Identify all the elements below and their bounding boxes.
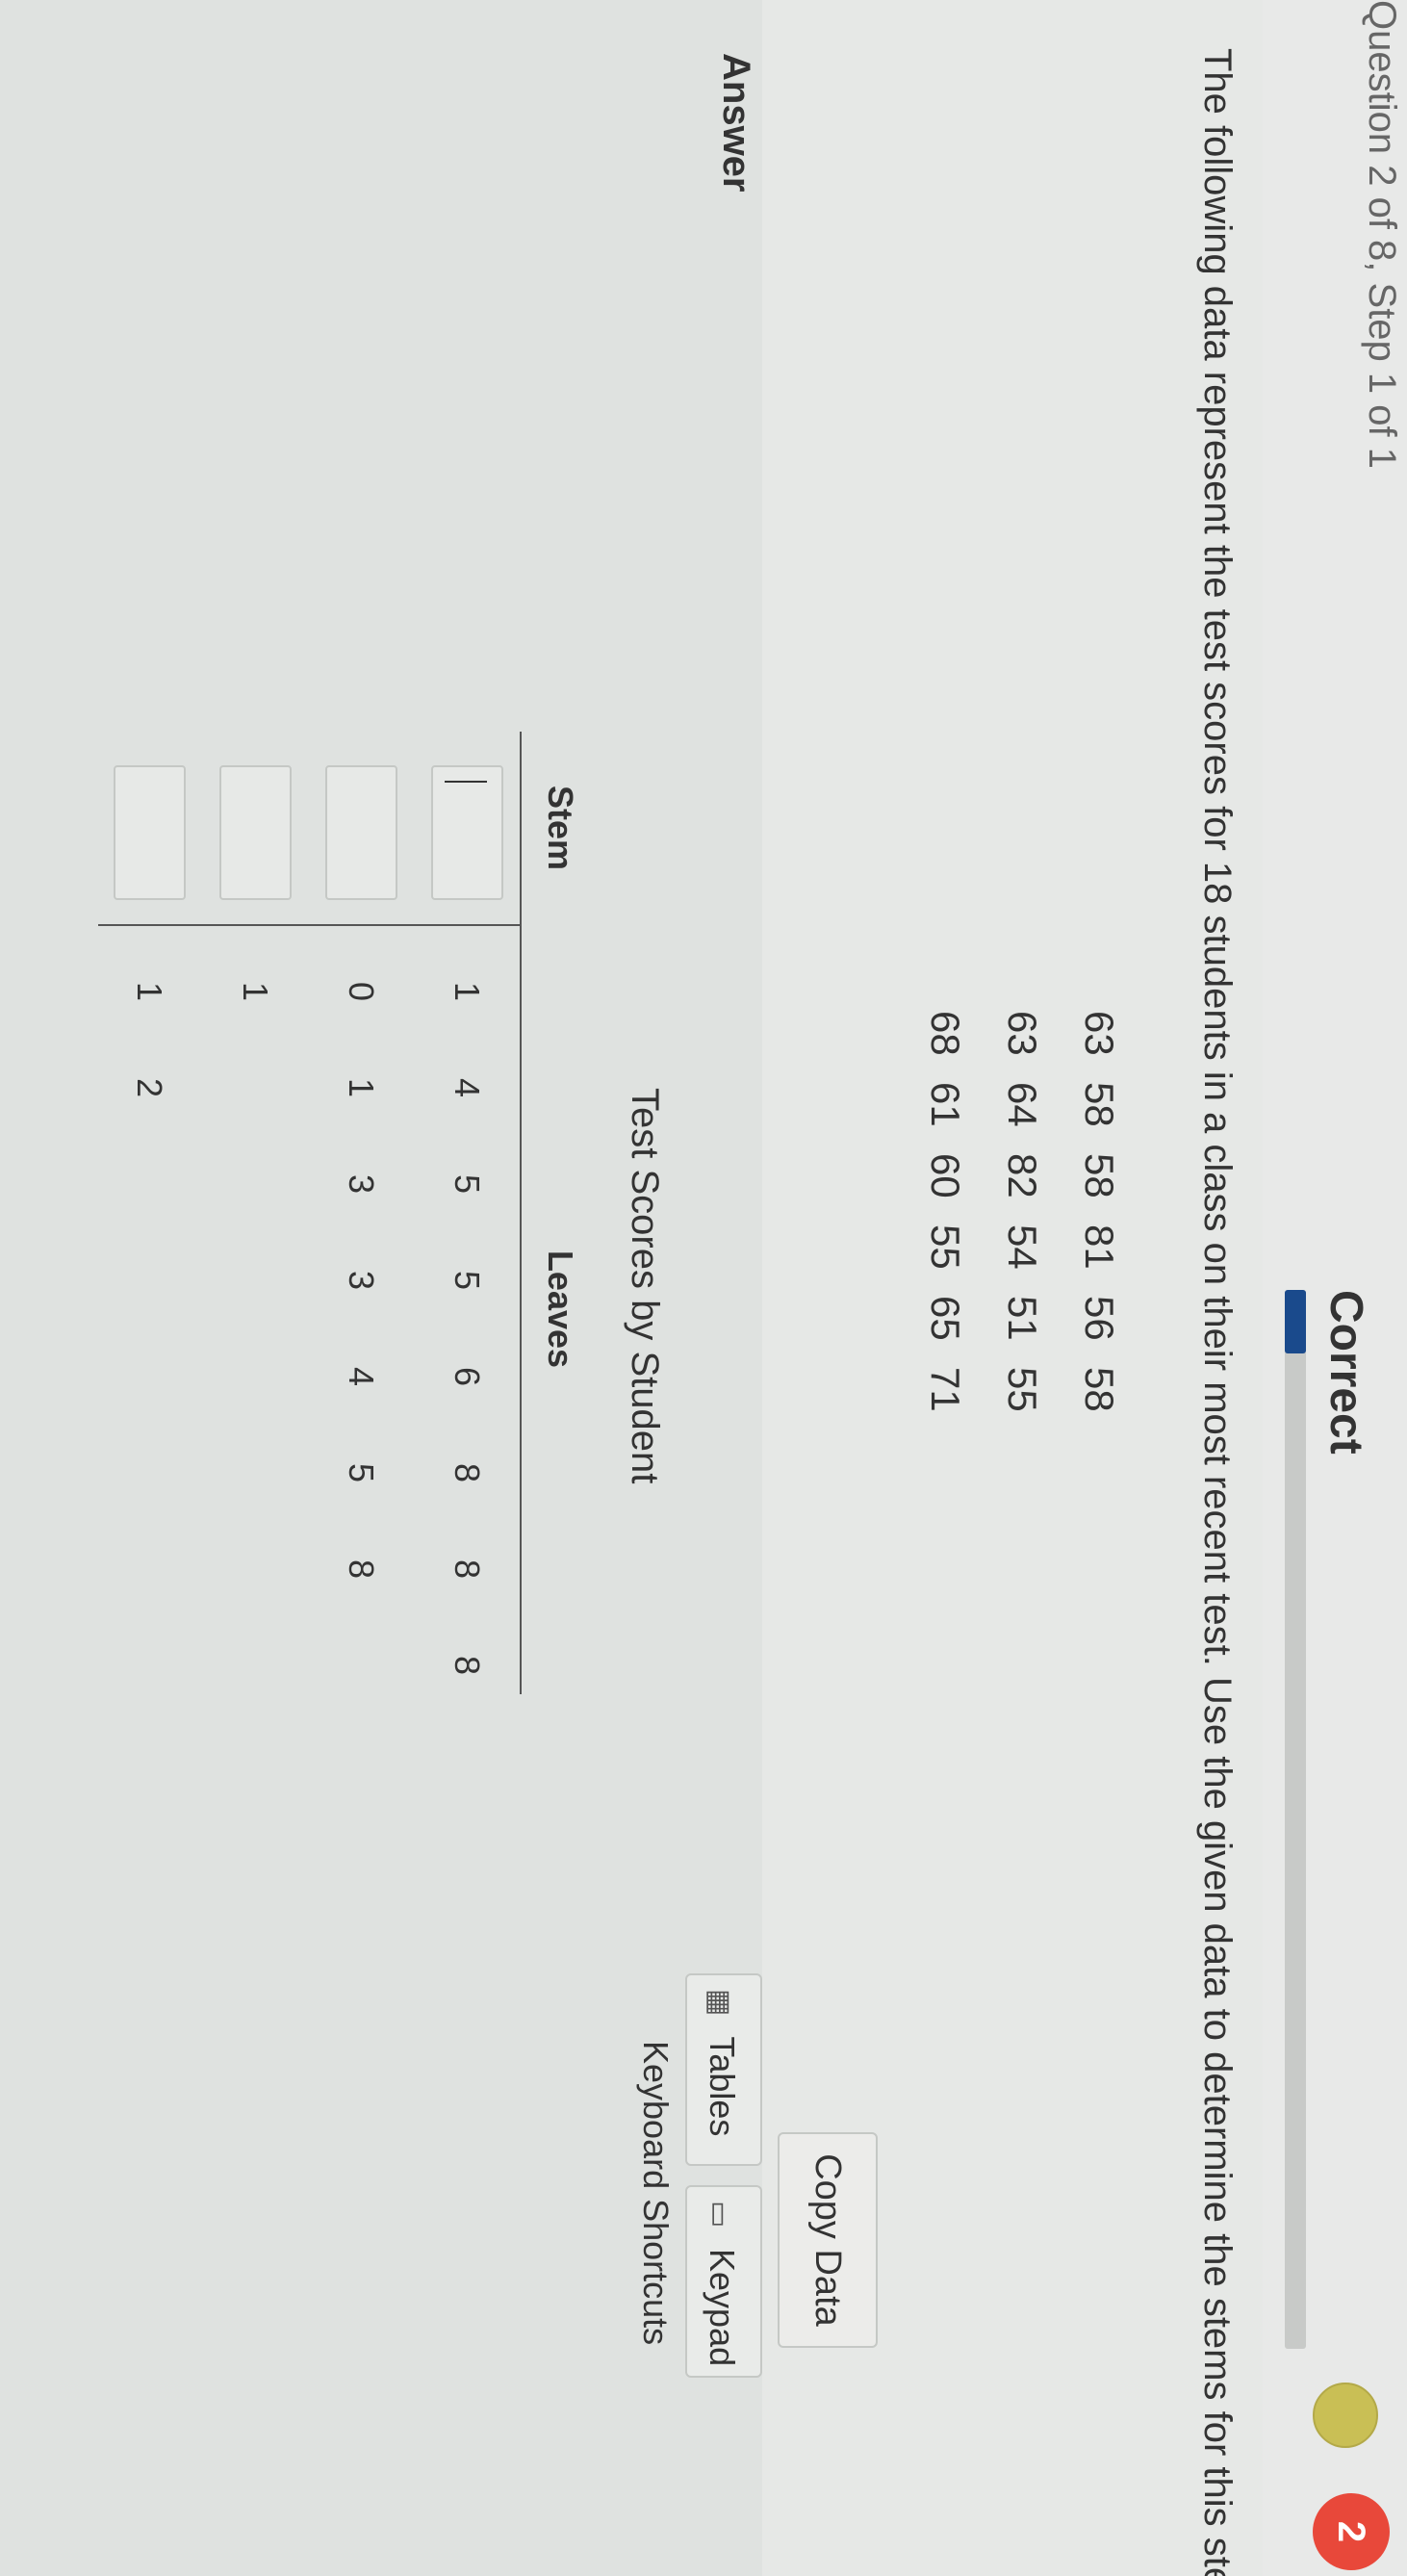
leaf-value: 6 [448, 1366, 487, 1387]
tables-button-label: Tables [703, 2036, 742, 2137]
chart-title: Test Scores by Student [624, 1088, 666, 1484]
status-group: Correct [1285, 1290, 1372, 2349]
data-value: 56 [1077, 1296, 1122, 1341]
data-value: 68 [923, 1011, 968, 1056]
keyboard-icon: ▭ [704, 2201, 735, 2228]
stem-input[interactable] [325, 765, 397, 900]
data-row: 63 64 82 54 51 55 [984, 1011, 1061, 1419]
data-value: 81 [1077, 1224, 1122, 1270]
leaf-value: 4 [448, 1077, 487, 1098]
data-grid: 63 58 58 81 56 58 63 64 82 54 51 55 68 61 60 55 65 71 [907, 1011, 1138, 1419]
data-value: 82 [1000, 1153, 1045, 1198]
question-counter-badge[interactable]: 2 [1313, 2493, 1390, 2570]
data-value: 64 [1000, 1082, 1045, 1127]
plot-row: 0 1 3 3 4 5 8 [308, 732, 414, 1694]
breadcrumb: Question 2 of 8, Step 1 of 1 [1361, 0, 1403, 469]
leaf-value: 0 [342, 981, 381, 1002]
stem-input[interactable] [431, 765, 503, 900]
answer-panel: Answer ▦ Tables ▭ Keypad Keyboard Shortc… [0, 0, 762, 2576]
answer-label: Answer [715, 53, 757, 193]
stem-column-header: Stem [541, 785, 580, 871]
data-value: 58 [1077, 1082, 1122, 1127]
leaves-column-header: Leaves [541, 1249, 580, 1369]
data-value: 55 [1000, 1367, 1045, 1412]
leaf-value: 8 [448, 1558, 487, 1580]
leaf-value: 1 [448, 981, 487, 1002]
leaf-value: 1 [342, 1077, 381, 1098]
badge-icon[interactable] [1313, 2383, 1378, 2448]
leaf-value: 1 [130, 981, 169, 1002]
keypad-button-label: Keypad [703, 2249, 742, 2367]
tables-button[interactable]: ▦ Tables [685, 1973, 762, 2166]
leaf-value: 3 [342, 1270, 381, 1291]
stem-input[interactable] [219, 765, 292, 900]
keypad-button[interactable]: ▭ Keypad [685, 2185, 762, 2378]
stem-and-leaf-plot: Stem Leaves 145568880133458112 [98, 732, 599, 1694]
leaf-value: 5 [448, 1173, 487, 1195]
leaf-value: 8 [448, 1462, 487, 1483]
leaf-value: 5 [448, 1270, 487, 1291]
header-divider [520, 732, 522, 1694]
data-value: 54 [1000, 1224, 1045, 1270]
leaf-value: 8 [448, 1655, 487, 1676]
data-row: 68 61 60 55 65 71 [907, 1011, 984, 1419]
table-icon: ▦ [704, 1989, 735, 2017]
question-prompt: The following data represent the test sc… [1196, 48, 1239, 2576]
stem-input[interactable] [114, 765, 186, 900]
data-row: 63 58 58 81 56 58 [1061, 1011, 1138, 1419]
leaf-value: 1 [236, 981, 275, 1002]
plot-row: 1 4 5 5 6 8 8 8 [414, 732, 520, 1694]
copy-data-button[interactable]: Copy Data [778, 2132, 878, 2348]
data-value: 63 [1000, 1011, 1045, 1056]
data-value: 71 [923, 1367, 968, 1412]
data-value: 51 [1000, 1296, 1045, 1341]
plot-row: 12 [96, 732, 202, 1694]
top-bar: Question 2 of 8, Step 1 of 1 Correct 2 [1261, 0, 1407, 2576]
plot-row: 1 [202, 732, 308, 1694]
data-value: 61 [923, 1082, 968, 1127]
leaf-value: 8 [342, 1558, 381, 1580]
data-value: 63 [1077, 1011, 1122, 1056]
status-label: Correct [1320, 1290, 1371, 1455]
data-value: 58 [1077, 1153, 1122, 1198]
data-value: 55 [923, 1224, 968, 1270]
progress-fill [1285, 1290, 1306, 1353]
progress-bar [1285, 1290, 1306, 2349]
question-panel: The following data represent the test sc… [762, 0, 1263, 2576]
leaf-value: 2 [130, 1077, 169, 1098]
app-stage: Question 2 of 8, Step 1 of 1 Correct 2 T… [0, 0, 1407, 2576]
keyboard-shortcuts-link[interactable]: Keyboard Shortcuts [635, 2041, 676, 2345]
data-value: 60 [923, 1153, 968, 1198]
data-value: 58 [1077, 1367, 1122, 1412]
text-cursor [444, 781, 487, 783]
leaf-value: 3 [342, 1173, 381, 1195]
leaf-value: 4 [342, 1366, 381, 1387]
data-value: 65 [923, 1296, 968, 1341]
leaf-value: 5 [342, 1462, 381, 1483]
